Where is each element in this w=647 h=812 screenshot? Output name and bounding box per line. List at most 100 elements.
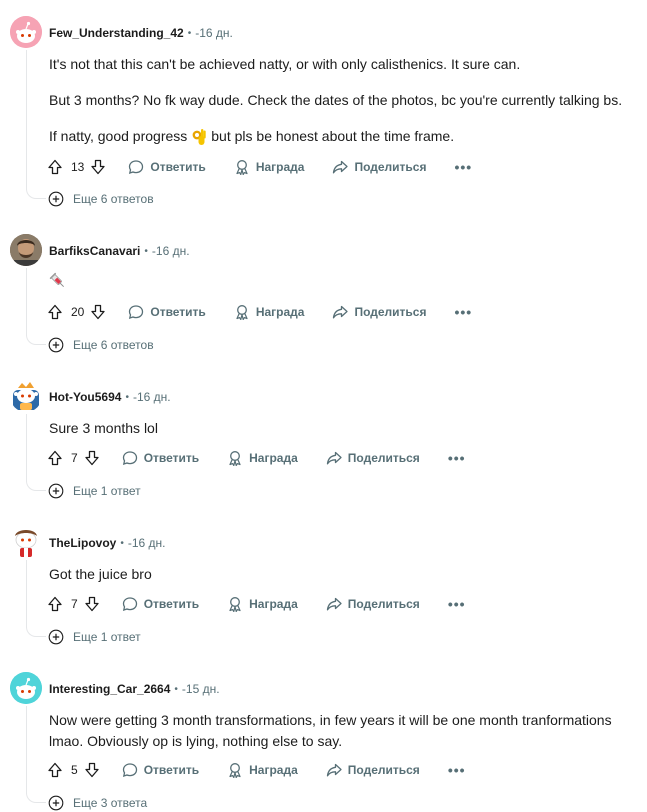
timestamp[interactable]: -15 дн. bbox=[182, 682, 220, 696]
downvote-button[interactable] bbox=[90, 304, 106, 320]
username-link[interactable]: Few_Understanding_42 bbox=[49, 26, 184, 40]
comment-header: BarfiksCanavari • -16 дн. bbox=[49, 241, 190, 261]
more-replies-button[interactable]: Еще 6 ответов bbox=[48, 335, 154, 355]
upvote-arrow-icon bbox=[48, 159, 62, 175]
award-button[interactable]: Награда bbox=[234, 304, 305, 320]
more-replies-label: Еще 1 ответ bbox=[73, 630, 141, 644]
upvote-button[interactable] bbox=[47, 762, 63, 778]
snoo-avatar-icon bbox=[10, 16, 42, 48]
award-button[interactable]: Награда bbox=[234, 159, 304, 175]
award-button[interactable]: Награда bbox=[227, 762, 298, 778]
upvote-button[interactable] bbox=[47, 596, 63, 612]
more-replies-button[interactable]: Еще 1 ответ bbox=[48, 627, 141, 647]
reply-button[interactable]: Ответить bbox=[128, 159, 206, 175]
comment-actions: 7 Ответить Награда Поделиться ••• bbox=[47, 446, 466, 470]
upvote-button[interactable] bbox=[47, 159, 63, 175]
share-arrow-icon bbox=[333, 305, 349, 319]
award-button[interactable]: Награда bbox=[227, 450, 298, 466]
reply-button[interactable]: Ответить bbox=[122, 450, 199, 466]
ellipsis-icon[interactable]: ••• bbox=[448, 596, 466, 612]
ellipsis-icon[interactable]: ••• bbox=[448, 762, 466, 778]
avatar[interactable] bbox=[10, 16, 42, 48]
comment-paragraph: Got the juice bro bbox=[49, 566, 152, 582]
upvote-arrow-icon bbox=[48, 450, 62, 466]
plus-circle-icon bbox=[48, 483, 64, 499]
downvote-arrow-icon bbox=[85, 596, 99, 612]
more-replies-label: Еще 6 ответов bbox=[73, 338, 154, 352]
more-replies-button[interactable]: Еще 1 ответ bbox=[48, 481, 141, 501]
ellipsis-icon[interactable]: ••• bbox=[454, 159, 472, 175]
comment-header: Interesting_Car_2664 • -15 дн. bbox=[49, 679, 220, 699]
upvote-button[interactable] bbox=[47, 450, 63, 466]
speech-bubble-icon bbox=[129, 305, 144, 319]
downvote-arrow-icon bbox=[85, 762, 99, 778]
share-button[interactable]: Поделиться bbox=[326, 762, 420, 778]
thread-line[interactable] bbox=[26, 706, 27, 794]
username-link[interactable]: BarfiksCanavari bbox=[49, 244, 140, 258]
thread-elbow bbox=[26, 791, 46, 803]
award-label: Награда bbox=[255, 305, 305, 319]
comment-paragraph: If natty, good progress but pls be hones… bbox=[49, 126, 639, 147]
thread-elbow bbox=[26, 187, 46, 199]
downvote-button[interactable] bbox=[84, 762, 100, 778]
comment-text: If natty, good progress bbox=[49, 128, 188, 144]
downvote-button[interactable] bbox=[84, 596, 100, 612]
reply-button[interactable]: Ответить bbox=[128, 304, 206, 320]
username-link[interactable]: Interesting_Car_2664 bbox=[49, 682, 170, 696]
timestamp[interactable]: -16 дн. bbox=[133, 390, 171, 404]
thread-line[interactable] bbox=[26, 414, 27, 482]
share-button[interactable]: Поделиться bbox=[332, 304, 426, 320]
syringe-emoji-icon bbox=[49, 272, 67, 290]
snoo-avatar-icon bbox=[13, 382, 39, 410]
plus-circle-icon bbox=[48, 795, 64, 811]
share-label: Поделиться bbox=[354, 160, 427, 174]
vote-count: 5 bbox=[71, 763, 78, 777]
reply-label: Ответить bbox=[150, 305, 206, 319]
timestamp[interactable]: -16 дн. bbox=[152, 244, 190, 258]
username-link[interactable]: TheLipovoy bbox=[49, 536, 116, 550]
thread-line[interactable] bbox=[26, 268, 27, 336]
ellipsis-icon[interactable]: ••• bbox=[454, 304, 472, 320]
separator-dot: • bbox=[144, 245, 148, 257]
username-link[interactable]: Hot-You5694 bbox=[49, 390, 121, 404]
downvote-button[interactable] bbox=[84, 450, 100, 466]
comment-actions: 5 Ответить Награда Поделиться ••• bbox=[47, 758, 466, 782]
thread-elbow bbox=[26, 479, 46, 491]
timestamp[interactable]: -16 дн. bbox=[128, 536, 166, 550]
share-label: Поделиться bbox=[347, 763, 420, 777]
thread-line[interactable] bbox=[26, 560, 27, 628]
timestamp[interactable]: -16 дн. bbox=[195, 26, 233, 40]
share-button[interactable]: Поделиться bbox=[326, 596, 420, 612]
share-label: Поделиться bbox=[354, 305, 427, 319]
avatar[interactable] bbox=[10, 526, 42, 558]
share-label: Поделиться bbox=[347, 451, 420, 465]
reply-button[interactable]: Ответить bbox=[122, 762, 199, 778]
separator-dot: • bbox=[187, 27, 192, 39]
ellipsis-icon[interactable]: ••• bbox=[448, 450, 466, 466]
avatar[interactable] bbox=[10, 380, 42, 412]
comment-body bbox=[49, 272, 639, 296]
more-replies-button[interactable]: Еще 6 ответов bbox=[48, 189, 154, 209]
award-label: Награда bbox=[249, 763, 298, 777]
thread-line[interactable] bbox=[26, 50, 27, 190]
share-button[interactable]: Поделиться bbox=[332, 159, 426, 175]
comment-paragraph: But 3 months? No fk way dude. Check the … bbox=[49, 92, 623, 108]
plus-circle-icon bbox=[48, 629, 64, 645]
upvote-button[interactable] bbox=[47, 304, 63, 320]
comment-paragraph: Sure 3 months lol bbox=[49, 420, 158, 436]
award-label: Награда bbox=[249, 451, 298, 465]
comment-header: Few_Understanding_42 • -16 дн. bbox=[49, 23, 233, 43]
avatar[interactable] bbox=[10, 234, 42, 266]
comment-actions: 20 Ответить Награда Поделиться ••• bbox=[47, 300, 472, 324]
share-button[interactable]: Поделиться bbox=[326, 450, 420, 466]
reply-button[interactable]: Ответить bbox=[122, 596, 199, 612]
award-ribbon-icon bbox=[236, 305, 248, 320]
more-replies-label: Еще 6 ответов bbox=[73, 192, 154, 206]
share-arrow-icon bbox=[333, 160, 349, 174]
downvote-button[interactable] bbox=[90, 159, 106, 175]
vote-count: 7 bbox=[71, 451, 78, 465]
more-replies-button[interactable]: Еще 3 ответа bbox=[48, 793, 147, 812]
downvote-arrow-icon bbox=[91, 159, 106, 175]
award-button[interactable]: Награда bbox=[227, 596, 298, 612]
avatar[interactable] bbox=[10, 672, 42, 704]
